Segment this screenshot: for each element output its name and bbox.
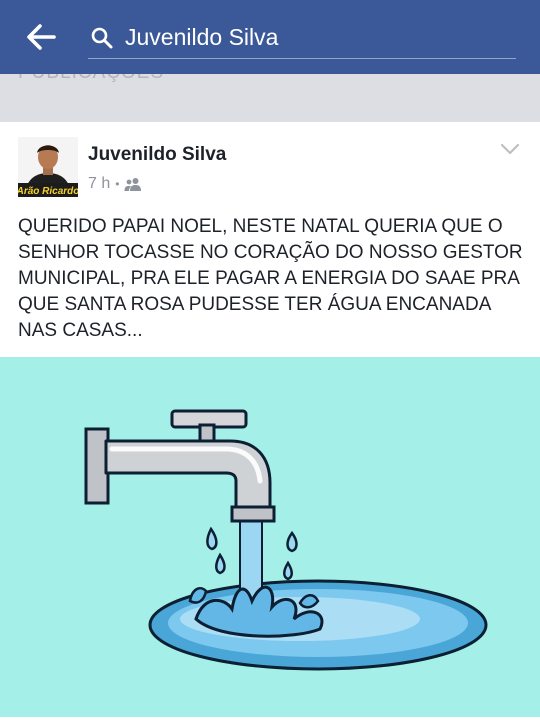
post-time[interactable]: 7 h: [88, 175, 110, 193]
chevron-down-icon[interactable]: [500, 142, 520, 156]
post-meta: 7 h •: [88, 174, 142, 194]
author-name[interactable]: Juvenildo Silva: [88, 144, 226, 166]
post-text: QUERIDO PAPAI NOEL, NESTE NATAL QUERIA Q…: [18, 216, 523, 341]
post-card: Arão Ricardo Juvenildo Silva 7 h • QUERI…: [0, 122, 540, 726]
avatar-watermark: Arão Ricardo: [18, 186, 78, 197]
section-header: PUBLICAÇÕES: [0, 74, 540, 122]
search-icon: [90, 26, 114, 50]
top-bar: Juvenildo Silva: [0, 0, 540, 74]
avatar[interactable]: Arão Ricardo: [18, 137, 78, 197]
search-field[interactable]: Juvenildo Silva: [88, 18, 516, 59]
search-query[interactable]: Juvenildo Silva: [125, 24, 278, 51]
friends-icon: [124, 177, 142, 191]
back-arrow-icon[interactable]: [24, 20, 58, 54]
section-label: PUBLICAÇÕES: [18, 74, 164, 84]
meta-separator: •: [115, 177, 120, 191]
faucet-image[interactable]: [0, 357, 540, 717]
